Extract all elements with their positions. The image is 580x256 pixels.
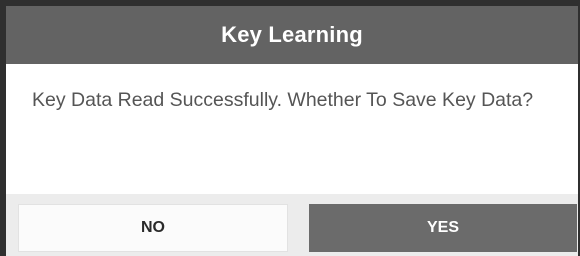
no-button[interactable]: NO bbox=[18, 204, 288, 252]
dialog-button-bar: NO YES bbox=[6, 194, 578, 256]
key-learning-dialog: Key Learning Key Data Read Successfully.… bbox=[6, 6, 578, 256]
yes-button[interactable]: YES bbox=[309, 204, 577, 252]
dialog-body: Key Data Read Successfully. Whether To S… bbox=[6, 64, 578, 194]
dialog-title-bar: Key Learning bbox=[6, 6, 578, 64]
dialog-title: Key Learning bbox=[221, 22, 363, 47]
dialog-message: Key Data Read Successfully. Whether To S… bbox=[32, 89, 534, 111]
